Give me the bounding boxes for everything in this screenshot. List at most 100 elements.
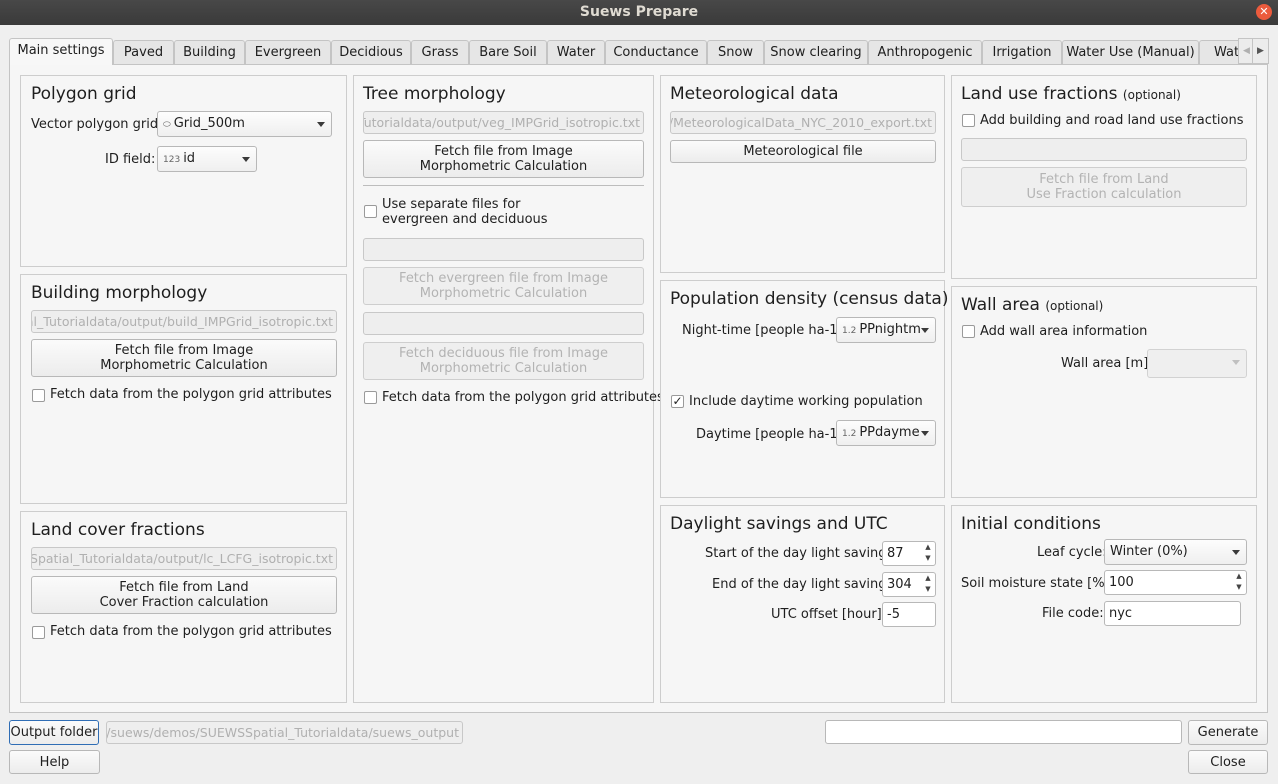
daylight-savings-group: Daylight savings and UTC Start of the da…: [660, 505, 945, 703]
help-button[interactable]: Help: [9, 750, 100, 774]
close-button[interactable]: Close: [1188, 750, 1268, 774]
spin-down-icon[interactable]: ▼: [1232, 582, 1246, 593]
tree-polygon-attributes-label: Fetch data from the polygon grid attribu…: [382, 390, 664, 405]
wall-area-checkbox[interactable]: [962, 325, 975, 338]
start-daylight-value: 87: [887, 546, 904, 561]
vector-polygon-grid-select[interactable]: ⬭ Grid_500m: [157, 111, 332, 137]
land-cover-polygon-attributes-label: Fetch data from the polygon grid attribu…: [50, 624, 332, 639]
meteorological-file-button[interactable]: Meteorological file: [670, 140, 936, 163]
tab-water-use-manual[interactable]: Water Use (Manual): [1062, 40, 1199, 65]
soil-moisture-value: 100: [1109, 575, 1134, 590]
tree-separator: [363, 185, 644, 186]
land-use-fractions-title: Land use fractions (optional): [961, 84, 1181, 104]
land-use-checkbox-label: Add building and road land use fractions: [980, 113, 1244, 128]
daytime-population-checkbox[interactable]: ✓: [671, 395, 684, 408]
building-polygon-attributes-checkbox[interactable]: [32, 389, 45, 402]
tab-scroll-right-icon[interactable]: ▶: [1252, 38, 1269, 64]
file-code-input[interactable]: nyc: [1104, 601, 1241, 626]
land-use-optional-label: (optional): [1122, 88, 1181, 102]
separate-files-checkbox[interactable]: [364, 205, 377, 218]
daytime-select[interactable]: 1.2 PPdayme: [836, 420, 936, 446]
tab-irrigation[interactable]: Irrigation: [982, 40, 1062, 65]
fetch-land-use-button[interactable]: Fetch file from Land Use Fraction calcul…: [961, 167, 1247, 207]
wall-area-checkbox-label: Add wall area information: [980, 324, 1148, 339]
soil-moisture-label: Soil moisture state [%]:: [961, 576, 1115, 591]
tab-snow-clearing[interactable]: Snow clearing: [764, 40, 868, 65]
polygon-layer-icon: ⬭: [163, 120, 171, 130]
wall-area-title: Wall area (optional): [961, 295, 1103, 315]
fetch-tree-morphology-button[interactable]: Fetch file from Image Morphometric Calcu…: [363, 140, 644, 178]
vector-polygon-grid-value: Grid_500m: [173, 116, 245, 131]
tab-decidious[interactable]: Decidious: [331, 40, 411, 65]
deciduous-path[interactable]: [363, 312, 644, 335]
meteorological-data-group: Meteorological data a/MeteorologicalData…: [660, 75, 945, 273]
output-folder-path[interactable]: oll/suews/demos/SUEWSSpatial_Tutorialdat…: [106, 721, 463, 744]
wall-area-select[interactable]: [1147, 349, 1247, 378]
id-field-value: id: [183, 151, 196, 166]
vector-polygon-grid-label: Vector polygon grid:: [31, 117, 163, 132]
generate-button[interactable]: Generate: [1188, 720, 1268, 745]
fetch-evergreen-button[interactable]: Fetch evergreen file from Image Morphome…: [363, 267, 644, 305]
start-daylight-label: Start of the day light savings:: [705, 546, 898, 561]
building-polygon-attributes-label: Fetch data from the polygon grid attribu…: [50, 387, 332, 402]
fetch-land-cover-button[interactable]: Fetch file from Land Cover Fraction calc…: [31, 576, 337, 614]
fetch-building-morphology-button[interactable]: Fetch file from Image Morphometric Calcu…: [31, 339, 337, 377]
land-use-title-text: Land use fractions: [961, 84, 1118, 104]
chevron-down-icon: [921, 431, 929, 436]
file-code-label: File code:: [1042, 606, 1104, 621]
land-cover-fractions-title: Land cover fractions: [31, 520, 205, 540]
meteorological-data-title: Meteorological data: [670, 84, 839, 104]
leaf-cycle-select[interactable]: Winter (0%): [1104, 539, 1247, 565]
fetch-deciduous-button[interactable]: Fetch deciduous file from Image Morphome…: [363, 342, 644, 380]
tab-grass[interactable]: Grass: [411, 40, 469, 65]
spin-down-icon[interactable]: ▼: [921, 584, 935, 595]
tab-conductance[interactable]: Conductance: [605, 40, 707, 65]
tab-snow[interactable]: Snow: [707, 40, 764, 65]
integer-field-icon: 123: [163, 155, 181, 165]
end-daylight-spinbox[interactable]: 304 ▲ ▼: [882, 572, 936, 597]
night-time-select[interactable]: 1.2 PPnightm: [836, 317, 936, 343]
tree-polygon-attributes-checkbox[interactable]: [364, 391, 377, 404]
wall-area-title-text: Wall area: [961, 295, 1040, 315]
land-use-path[interactable]: [961, 138, 1247, 161]
output-folder-button[interactable]: Output folder: [9, 720, 99, 745]
window-title: Suews Prepare: [579, 4, 699, 20]
daytime-value: PPdayme: [859, 425, 920, 440]
tab-water-partial[interactable]: Wat: [1199, 40, 1239, 65]
land-cover-path[interactable]: SSpatial_Tutorialdata/output/lc_LCFG_iso…: [31, 547, 337, 570]
tab-bare-soil[interactable]: Bare Soil: [469, 40, 547, 65]
decimal-field-icon: 1.2: [842, 429, 857, 439]
tab-building[interactable]: Building: [174, 40, 245, 65]
id-field-label: ID field:: [105, 152, 156, 167]
land-use-checkbox[interactable]: [962, 114, 975, 127]
initial-conditions-title: Initial conditions: [961, 514, 1101, 534]
land-cover-polygon-attributes-checkbox[interactable]: [32, 626, 45, 639]
land-use-fractions-group: Land use fractions (optional) Add buildi…: [951, 75, 1257, 279]
spin-up-icon[interactable]: ▲: [921, 573, 935, 584]
night-time-label: Night-time [people ha-1]:: [682, 323, 848, 338]
spin-up-icon[interactable]: ▲: [1232, 571, 1246, 582]
soil-moisture-spinbox[interactable]: 100 ▲ ▼: [1104, 570, 1247, 595]
chevron-down-icon: [242, 157, 250, 162]
wall-area-field-label: Wall area [m]:: [1061, 356, 1153, 371]
tab-paved[interactable]: Paved: [113, 40, 174, 65]
tree-morphology-path[interactable]: Tutorialdata/output/veg_IMPGrid_isotropi…: [363, 111, 644, 134]
tab-water[interactable]: Water: [547, 40, 605, 65]
utc-offset-input[interactable]: -5: [882, 602, 936, 627]
spin-up-icon[interactable]: ▲: [921, 542, 935, 553]
leaf-cycle-label: Leaf cycle:: [1037, 545, 1107, 560]
chevron-down-icon: [1232, 360, 1240, 365]
tab-anthropogenic[interactable]: Anthropogenic: [868, 40, 982, 65]
id-field-select[interactable]: 123 id: [157, 146, 257, 172]
tab-evergreen[interactable]: Evergreen: [245, 40, 331, 65]
evergreen-path[interactable]: [363, 238, 644, 261]
daylight-savings-title: Daylight savings and UTC: [670, 514, 888, 534]
spin-down-icon[interactable]: ▼: [921, 553, 935, 564]
building-morphology-path[interactable]: al_Tutorialdata/output/build_IMPGrid_iso…: [31, 310, 337, 333]
meteorological-path[interactable]: a/MeteorologicalData_NYC_2010_export.txt: [670, 111, 936, 134]
polygon-grid-title: Polygon grid: [31, 84, 137, 104]
window-close-button[interactable]: ✕: [1256, 4, 1272, 20]
tab-main-settings[interactable]: Main settings: [9, 38, 113, 65]
start-daylight-spinbox[interactable]: 87 ▲ ▼: [882, 541, 936, 566]
land-cover-fractions-group: Land cover fractions SSpatial_Tutorialda…: [20, 511, 347, 703]
